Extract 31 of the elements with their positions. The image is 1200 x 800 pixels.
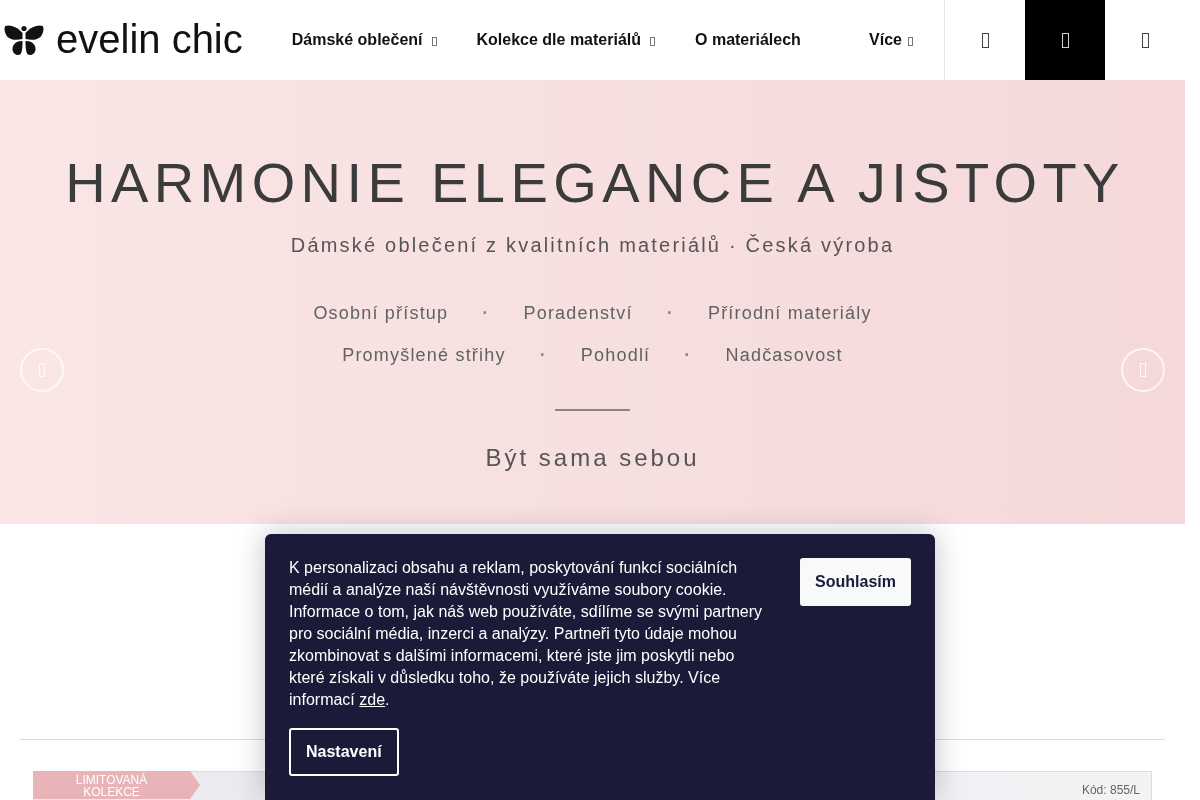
product-code: Kód: 855/L: [1081, 782, 1141, 797]
feature-text: Přírodní materiály: [707, 302, 872, 325]
nav-link[interactable]: O materiálech: [695, 31, 801, 49]
missing-glyph-icon: [981, 32, 989, 48]
next-slide-button[interactable]: [1121, 348, 1165, 392]
missing-glyph-icon: [1061, 32, 1069, 48]
missing-glyph-icon: [1141, 32, 1149, 48]
feature-text: Osobní přístup: [313, 302, 449, 325]
settings-button[interactable]: Nastavení: [289, 728, 399, 776]
nav-link[interactable]: Dámské oblečení: [291, 31, 437, 49]
separator-dot: ·: [666, 302, 674, 325]
logo-text[interactable]: evelin chic: [56, 19, 243, 61]
separator-dot: ·: [539, 344, 547, 367]
hero-tagline: Být sama sebou: [485, 443, 700, 473]
cookie-message: K personalizaci obsahu a reklam, poskytování funkcí sociálních médií a analýze naší návštěvnosti využíváme soubory cookie. Informace o tom, jak náš web používáte, sdílíme se svými partnery pro sociální média, inzerci a analýzy. Partneři tyto údaje mohou zkombinovat s dalšími informacemi, které jste jim poskytli nebo které získali v důsledku toho, že používáte jejich služby. Více informací zde.: [289, 558, 764, 710]
separator-dot: ·: [684, 344, 692, 367]
feature-text: Nadčasovost: [725, 344, 843, 367]
more-info-link[interactable]: zde: [359, 691, 386, 708]
missing-glyph-icon: [1140, 363, 1146, 377]
nav-link[interactable]: Více: [869, 31, 913, 49]
accept-button[interactable]: Souhlasím: [800, 558, 911, 606]
hero-subtitle: Dámské oblečení z kvalitních materiálů · Česká výroba: [290, 233, 895, 257]
nav-link[interactable]: Kolekce dle materiálů: [476, 31, 655, 49]
butterfly-logo-icon: [4, 24, 44, 56]
separator-dot: ·: [482, 302, 490, 325]
feature-text: Pohodlí: [580, 344, 651, 367]
feature-text: Promyšlené střihy: [342, 344, 506, 367]
hero-title: HARMONIE ELEGANCE A JISTOTY: [64, 151, 1125, 215]
feature-text: Poradenství: [523, 302, 633, 325]
ribbon-text: LIMITOVANÁ KOLEKCE: [74, 771, 149, 799]
header-icon-button[interactable]: [1025, 0, 1105, 80]
